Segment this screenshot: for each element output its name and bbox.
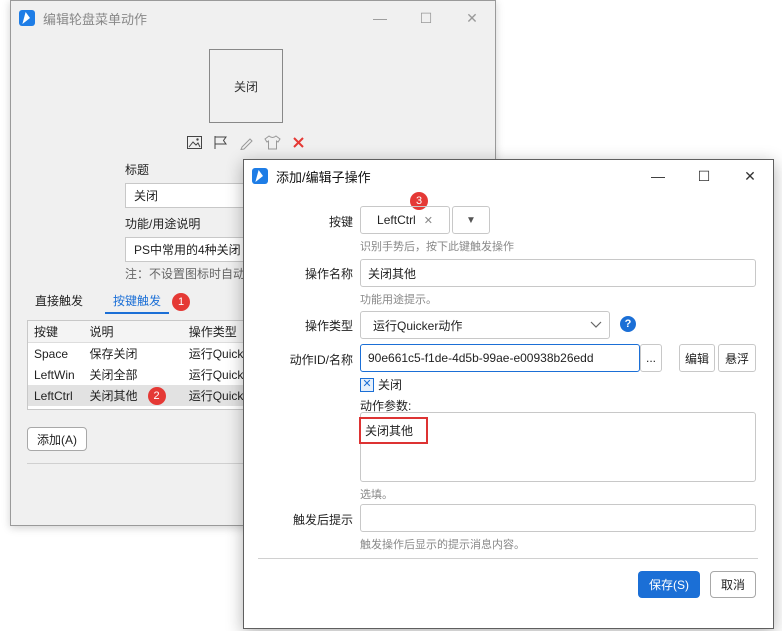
- minimize-button[interactable]: —: [635, 160, 681, 192]
- name-hint: 功能用途提示。: [360, 294, 437, 306]
- cell-desc: 关闭其他: [89, 389, 138, 403]
- step-badge-1: 1: [172, 292, 191, 311]
- help-icon[interactable]: ?: [620, 316, 636, 332]
- params-value-highlight: 关闭其他: [359, 417, 428, 444]
- pencil-icon[interactable]: [238, 134, 255, 151]
- type-value: 运行Quicker动作: [373, 318, 463, 333]
- minimize-button[interactable]: —: [357, 1, 403, 35]
- key-chip[interactable]: LeftCtrl ✕: [360, 206, 450, 234]
- step-badge-2: 2: [147, 386, 166, 405]
- quicker-app-icon: [19, 10, 35, 26]
- back-titlebar: 编辑轮盘菜单动作 — ☐ ✕: [11, 1, 495, 35]
- table-row-selected[interactable]: LeftCtrl 关闭其他 2 运行Quick: [28, 385, 266, 406]
- key-label: 按键: [328, 215, 353, 229]
- back-window-title: 编辑轮盘菜单动作: [43, 11, 148, 27]
- icon-toolbar: [186, 134, 307, 151]
- icon-note: 注：不设置图标时自动: [125, 267, 246, 281]
- table-row[interactable]: LeftWin 关闭全部 运行Quick: [28, 364, 266, 385]
- close-checkbox[interactable]: ✕ 关闭: [360, 376, 402, 393]
- column-header-desc[interactable]: 说明: [84, 321, 183, 342]
- close-button[interactable]: ✕: [449, 1, 495, 35]
- icon-preview[interactable]: 关闭: [209, 49, 283, 123]
- key-value: LeftCtrl: [377, 213, 416, 227]
- shirt-icon[interactable]: [264, 134, 281, 151]
- quicker-app-icon: [252, 168, 268, 184]
- tab-key-trigger-wrap: 按键触发 1: [105, 289, 191, 314]
- chevron-down-icon: [590, 318, 602, 332]
- dialog-title: 添加/编辑子操作: [276, 169, 371, 185]
- cell-desc: 关闭全部: [89, 368, 138, 382]
- maximize-button[interactable]: ☐: [403, 1, 449, 35]
- cell-key: LeftWin: [34, 367, 75, 382]
- action-id-label: 动作ID/名称: [289, 353, 353, 367]
- key-dropdown-button[interactable]: ▼: [452, 206, 490, 234]
- delete-icon[interactable]: [290, 134, 307, 151]
- divider: [27, 463, 267, 464]
- params-hint: 选填。: [360, 489, 393, 501]
- after-input[interactable]: [360, 504, 756, 532]
- cancel-button[interactable]: 取消: [710, 571, 756, 598]
- dialog-titlebar: 添加/编辑子操作 — ☐ ✕: [244, 160, 773, 192]
- type-select[interactable]: 运行Quicker动作: [360, 311, 610, 339]
- clear-icon[interactable]: ✕: [424, 214, 433, 227]
- after-label: 触发后提示: [292, 513, 353, 527]
- maximize-button[interactable]: ☐: [681, 160, 727, 192]
- name-label: 操作名称: [304, 267, 353, 281]
- tab-direct-trigger[interactable]: 直接触发: [27, 289, 91, 314]
- cell-desc-wrap: 关闭其他 2: [84, 385, 183, 406]
- save-button[interactable]: 保存(S): [638, 571, 700, 598]
- add-edit-sub-action-dialog: 添加/编辑子操作 — ☐ ✕ 按键 3 LeftCtrl ✕ ▼ 识别手势后，按…: [243, 159, 774, 629]
- browse-button[interactable]: ...: [640, 344, 662, 372]
- title-label: 标题: [125, 163, 150, 177]
- dialog-window-controls: — ☐ ✕: [635, 160, 773, 192]
- key-hint: 识别手势后，按下此键触发操作: [360, 241, 514, 253]
- caret-down-icon: ▼: [466, 214, 476, 226]
- column-header-key[interactable]: 按键: [28, 321, 84, 342]
- back-window-controls: — ☐ ✕: [357, 1, 495, 35]
- name-input[interactable]: 关闭其他: [360, 259, 756, 287]
- after-hint: 触发操作后显示的提示消息内容。: [360, 539, 525, 551]
- flag-icon[interactable]: [212, 134, 229, 151]
- table-row[interactable]: Space 保存关闭 运行Quick: [28, 343, 266, 364]
- action-id-input[interactable]: 90e661c5-f1de-4d5b-99ae-e00938b26edd: [360, 344, 640, 372]
- type-label: 操作类型: [304, 319, 353, 333]
- cell-desc: 保存关闭: [89, 347, 138, 361]
- cell-key: LeftCtrl: [34, 388, 73, 403]
- trigger-tabs: 直接触发 按键触发 1: [27, 289, 191, 314]
- divider: [258, 558, 758, 559]
- close-button[interactable]: ✕: [727, 160, 773, 192]
- desc-label: 功能/用途说明: [125, 217, 201, 231]
- edit-button[interactable]: 编辑: [679, 344, 715, 372]
- table-header: 按键 说明 操作类型: [28, 321, 266, 343]
- add-button[interactable]: 添加(A): [27, 427, 87, 451]
- float-button[interactable]: 悬浮: [718, 344, 756, 372]
- image-icon[interactable]: [186, 134, 203, 151]
- key-action-table: 按键 说明 操作类型 Space 保存关闭 运行Quick LeftWin 关闭…: [27, 320, 267, 410]
- checkbox-label: 关闭: [378, 378, 403, 392]
- checkbox-check-icon[interactable]: ✕: [360, 377, 374, 392]
- cell-key: Space: [34, 346, 69, 361]
- tab-key-trigger[interactable]: 按键触发: [105, 289, 170, 314]
